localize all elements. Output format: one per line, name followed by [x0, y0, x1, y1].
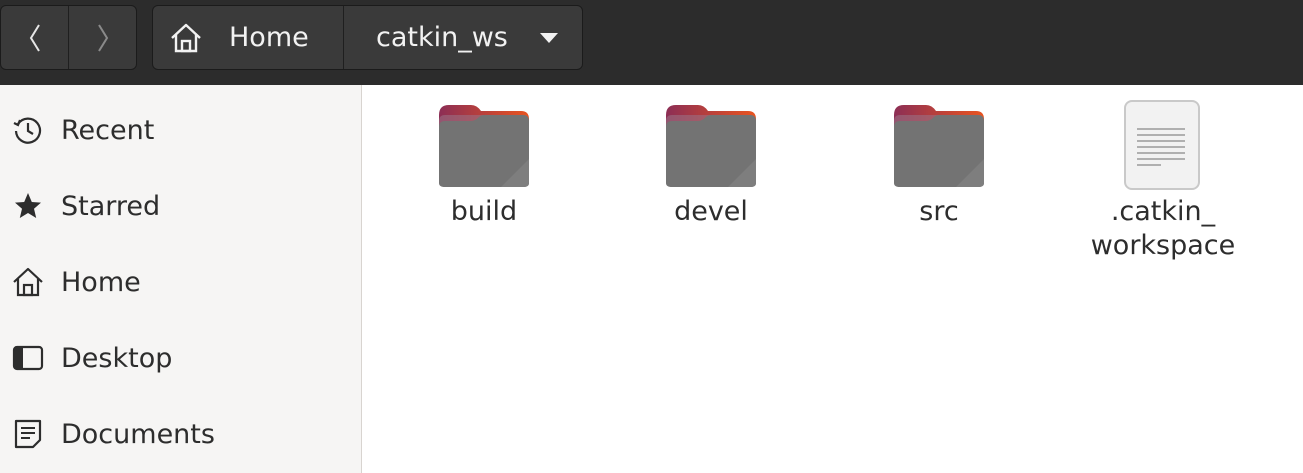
navigation-buttons — [0, 5, 137, 70]
folder-icon — [891, 99, 987, 191]
sidebar-item-starred[interactable]: Starred — [0, 178, 361, 234]
folder-icon — [436, 99, 532, 191]
file-item-catkin-workspace[interactable]: .catkin_ workspace — [1073, 99, 1253, 263]
file-item-build[interactable]: build — [394, 99, 574, 229]
file-item-devel[interactable]: devel — [621, 99, 801, 229]
sidebar-item-documents[interactable]: Documents — [0, 406, 361, 462]
breadcrumb-current[interactable]: catkin_ws — [343, 6, 582, 69]
sidebar-item-desktop[interactable]: Desktop — [0, 330, 361, 386]
clock-icon — [12, 114, 44, 146]
text-file-icon — [1115, 99, 1211, 191]
header-bar: Home catkin_ws — [0, 0, 1303, 85]
chevron-left-icon — [29, 23, 40, 52]
home-icon — [12, 266, 44, 298]
breadcrumb-home-label: Home — [229, 22, 309, 53]
back-button[interactable] — [1, 6, 68, 69]
file-name: devel — [674, 196, 748, 227]
chevron-right-icon — [97, 23, 108, 52]
triangle-down-icon[interactable] — [540, 32, 558, 43]
home-icon — [169, 21, 203, 55]
folder-icon — [663, 99, 759, 191]
sidebar-item-label: Starred — [61, 190, 161, 222]
sidebar-item-home[interactable]: Home — [0, 254, 361, 310]
sidebar-item-label: Home — [61, 266, 141, 298]
breadcrumb-current-label: catkin_ws — [376, 22, 508, 53]
file-manager-window: Home catkin_ws Recent Starred Home Deskt… — [0, 0, 1303, 473]
sidebar-item-label: Recent — [61, 114, 155, 146]
file-item-src[interactable]: src — [849, 99, 1029, 229]
path-bar: Home catkin_ws — [152, 5, 583, 70]
star-icon — [12, 190, 44, 222]
sidebar-item-label: Desktop — [61, 342, 173, 374]
forward-button[interactable] — [68, 6, 136, 69]
file-view: build devel src .catkin_ workspace — [363, 85, 1303, 473]
file-name: build — [450, 196, 518, 227]
sidebar-item-label: Documents — [61, 418, 215, 450]
file-name: .catkin_ workspace — [1090, 196, 1236, 261]
document-icon — [12, 418, 44, 450]
places-sidebar: Recent Starred Home Desktop Documents — [0, 85, 362, 473]
breadcrumb-home[interactable]: Home — [153, 6, 343, 69]
file-name: src — [919, 196, 959, 227]
desktop-icon — [12, 342, 44, 374]
sidebar-item-recent[interactable]: Recent — [0, 102, 361, 158]
